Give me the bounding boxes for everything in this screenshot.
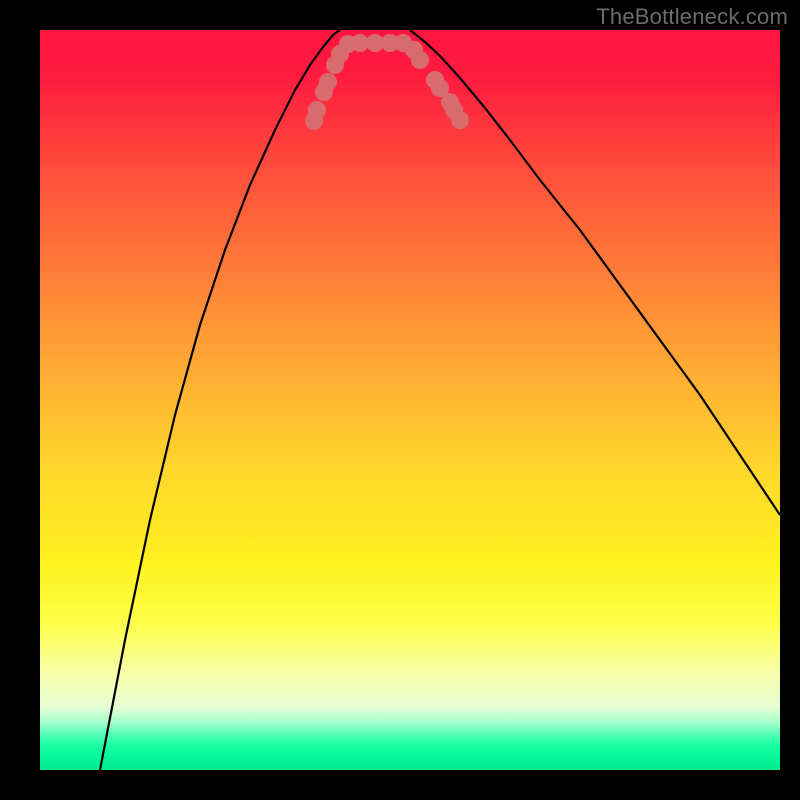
highlight-dot <box>319 73 337 91</box>
plot-area <box>40 30 780 770</box>
curve-layer <box>40 30 780 770</box>
watermark-text: TheBottleneck.com <box>596 4 788 30</box>
highlight-dots <box>305 34 469 130</box>
left-curve <box>100 30 340 770</box>
highlight-dot <box>411 51 429 69</box>
highlight-dot <box>308 101 326 119</box>
chart-frame: TheBottleneck.com <box>0 0 800 800</box>
right-curve <box>410 30 780 515</box>
highlight-dot <box>451 111 469 129</box>
